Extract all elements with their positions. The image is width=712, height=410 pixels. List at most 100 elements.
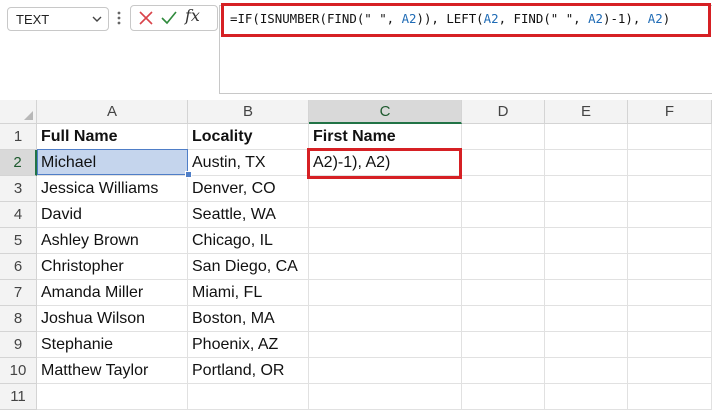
cell-f1[interactable] bbox=[628, 124, 712, 150]
cell-f4[interactable] bbox=[628, 202, 712, 228]
more-vertical-icon[interactable] bbox=[117, 10, 121, 31]
cell-c4[interactable] bbox=[309, 202, 462, 228]
cell-a11[interactable] bbox=[37, 384, 188, 410]
formula-text[interactable]: =IF(ISNUMBER(FIND(" ", A2)), LEFT(A2, FI… bbox=[230, 11, 670, 26]
column-header-e[interactable]: E bbox=[545, 100, 628, 124]
cell-d6[interactable] bbox=[462, 254, 545, 280]
enter-check-icon[interactable] bbox=[160, 9, 178, 32]
cell-c1[interactable]: First Name bbox=[309, 124, 462, 150]
cell-e10[interactable] bbox=[545, 358, 628, 384]
cell-e1[interactable] bbox=[545, 124, 628, 150]
select-all-corner[interactable] bbox=[0, 100, 37, 124]
cell-b3[interactable]: Denver, CO bbox=[188, 176, 309, 202]
cell-b1[interactable]: Locality bbox=[188, 124, 309, 150]
cell-c8[interactable] bbox=[309, 306, 462, 332]
cell-c5[interactable] bbox=[309, 228, 462, 254]
cell-b4[interactable]: Seattle, WA bbox=[188, 202, 309, 228]
row-header-2[interactable]: 2 bbox=[0, 150, 37, 176]
cell-a4[interactable]: David bbox=[37, 202, 188, 228]
insert-function-icon[interactable]: fx bbox=[185, 6, 200, 25]
cell-f11[interactable] bbox=[628, 384, 712, 410]
formula-segment: , FIND(" ", bbox=[498, 11, 589, 26]
cell-e3[interactable] bbox=[545, 176, 628, 202]
row-header-6[interactable]: 6 bbox=[0, 254, 37, 280]
cell-d1[interactable] bbox=[462, 124, 545, 150]
cell-d11[interactable] bbox=[462, 384, 545, 410]
cell-f2[interactable] bbox=[628, 150, 712, 176]
cell-b2[interactable]: Austin, TX bbox=[188, 150, 309, 176]
cell-e7[interactable] bbox=[545, 280, 628, 306]
cell-d10[interactable] bbox=[462, 358, 545, 384]
cell-a1[interactable]: Full Name bbox=[37, 124, 188, 150]
cell-d4[interactable] bbox=[462, 202, 545, 228]
cell-e6[interactable] bbox=[545, 254, 628, 280]
cell-e9[interactable] bbox=[545, 332, 628, 358]
row-header-9[interactable]: 9 bbox=[0, 332, 37, 358]
cell-a7[interactable]: Amanda Miller bbox=[37, 280, 188, 306]
formula-segment: )-1), bbox=[603, 11, 648, 26]
formula-cell-reference: A2 bbox=[483, 11, 499, 26]
cell-b9[interactable]: Phoenix, AZ bbox=[188, 332, 309, 358]
cell-a5[interactable]: Ashley Brown bbox=[37, 228, 188, 254]
fill-handle[interactable] bbox=[185, 171, 192, 178]
cell-e5[interactable] bbox=[545, 228, 628, 254]
cell-a6[interactable]: Christopher bbox=[37, 254, 188, 280]
column-header-b[interactable]: B bbox=[188, 100, 309, 124]
row-header-11[interactable]: 11 bbox=[0, 384, 37, 410]
row-header-10[interactable]: 10 bbox=[0, 358, 37, 384]
formula-cell-reference: A2 bbox=[647, 11, 663, 26]
cell-f3[interactable] bbox=[628, 176, 712, 202]
cell-d9[interactable] bbox=[462, 332, 545, 358]
cell-c3[interactable] bbox=[309, 176, 462, 202]
cell-d3[interactable] bbox=[462, 176, 545, 202]
cell-b7[interactable]: Miami, FL bbox=[188, 280, 309, 306]
row-header-7[interactable]: 7 bbox=[0, 280, 37, 306]
column-header-a[interactable]: A bbox=[37, 100, 188, 124]
cell-a10[interactable]: Matthew Taylor bbox=[37, 358, 188, 384]
cell-c10[interactable] bbox=[309, 358, 462, 384]
cell-c6[interactable] bbox=[309, 254, 462, 280]
cell-a8[interactable]: Joshua Wilson bbox=[37, 306, 188, 332]
cell-d8[interactable] bbox=[462, 306, 545, 332]
cell-b10[interactable]: Portland, OR bbox=[188, 358, 309, 384]
cell-c7[interactable] bbox=[309, 280, 462, 306]
formula-segment: ) bbox=[662, 11, 671, 26]
cell-b8[interactable]: Boston, MA bbox=[188, 306, 309, 332]
row-header-5[interactable]: 5 bbox=[0, 228, 37, 254]
cell-a9[interactable]: Stephanie bbox=[37, 332, 188, 358]
cell-f9[interactable] bbox=[628, 332, 712, 358]
column-header-c[interactable]: C bbox=[309, 100, 462, 124]
row-header-4[interactable]: 4 bbox=[0, 202, 37, 228]
cell-c2[interactable]: A2)-1), A2) bbox=[309, 150, 462, 176]
column-header-f[interactable]: F bbox=[628, 100, 712, 124]
formula-cell-reference: A2 bbox=[588, 11, 604, 26]
cell-b5[interactable]: Chicago, IL bbox=[188, 228, 309, 254]
cell-d5[interactable] bbox=[462, 228, 545, 254]
name-box[interactable]: TEXT bbox=[7, 7, 109, 31]
formula-segment: )), LEFT( bbox=[416, 11, 484, 26]
cell-c9[interactable] bbox=[309, 332, 462, 358]
cell-e11[interactable] bbox=[545, 384, 628, 410]
row-header-1[interactable]: 1 bbox=[0, 124, 37, 150]
cell-f5[interactable] bbox=[628, 228, 712, 254]
cell-f8[interactable] bbox=[628, 306, 712, 332]
row-header-3[interactable]: 3 bbox=[0, 176, 37, 202]
cell-b6[interactable]: San Diego, CA bbox=[188, 254, 309, 280]
cell-a2[interactable]: Michael bbox=[37, 150, 188, 176]
cell-d2[interactable] bbox=[462, 150, 545, 176]
cell-f6[interactable] bbox=[628, 254, 712, 280]
cell-f10[interactable] bbox=[628, 358, 712, 384]
cell-e2[interactable] bbox=[545, 150, 628, 176]
cell-e4[interactable] bbox=[545, 202, 628, 228]
column-header-d[interactable]: D bbox=[462, 100, 545, 124]
cell-d7[interactable] bbox=[462, 280, 545, 306]
cell-a3[interactable]: Jessica Williams bbox=[37, 176, 188, 202]
cell-c11[interactable] bbox=[309, 384, 462, 410]
formula-segment: =IF(ISNUMBER(FIND(" ", bbox=[230, 11, 402, 26]
row-header-8[interactable]: 8 bbox=[0, 306, 37, 332]
cell-e8[interactable] bbox=[545, 306, 628, 332]
chevron-down-icon[interactable] bbox=[90, 12, 104, 31]
cancel-x-icon[interactable] bbox=[137, 9, 155, 32]
cell-f7[interactable] bbox=[628, 280, 712, 306]
cell-b11[interactable] bbox=[188, 384, 309, 410]
